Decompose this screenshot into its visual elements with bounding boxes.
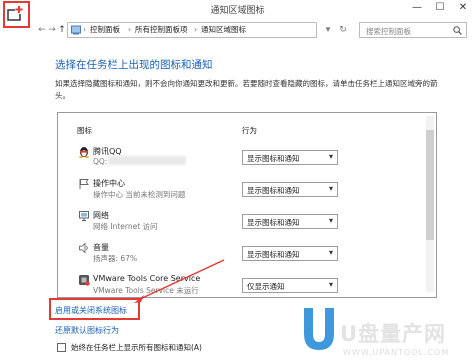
breadcrumb-all-items[interactable]: 所有控制面板项 (135, 23, 188, 37)
behavior-dropdown[interactable]: 显示图标和通知 ▾ (242, 150, 338, 165)
chevron-down-icon: ▾ (328, 216, 333, 225)
chevron-down-icon: ▾ (328, 184, 333, 193)
chevron-down-icon: ▾ (328, 248, 333, 257)
search-placeholder: 搜索控制面板 (366, 27, 411, 36)
qq-penguin-icon (79, 147, 89, 158)
breadcrumb-notification-icons[interactable]: 通知区域图标 (201, 23, 246, 37)
blurred-username (108, 156, 186, 165)
notification-icons-list: 图标 行为 腾讯QQ QQ: 显示图标和通知 ▾ 操作中心 操作中心 当前未检测… (57, 112, 437, 298)
watermark-text: U盘量产网 (340, 322, 447, 346)
breadcrumb-separator: › (194, 25, 197, 34)
breadcrumb-separator: › (83, 25, 86, 34)
window-title: 通知区域图标 (210, 6, 265, 16)
flag-icon (79, 179, 89, 189)
close-button[interactable]: ✕ (451, 1, 475, 15)
item-description: QQ: (93, 157, 108, 166)
item-name: 音量 (93, 243, 109, 252)
maximize-button[interactable]: ☐ (428, 1, 452, 15)
annotation-arrow (134, 259, 225, 303)
behavior-dropdown[interactable]: 显示图标和通知 ▾ (242, 182, 338, 197)
scrollbar-thumb[interactable] (426, 130, 434, 240)
behavior-value: 显示图标和通知 (247, 186, 300, 195)
navigation-bar: ← → ↑ › 控制面板 › 所有控制面板项 › 通知区域图标 ▾ ↻ 搜索控制… (0, 20, 475, 42)
item-name: 网络 (93, 211, 109, 220)
speaker-icon (79, 242, 88, 254)
minimize-button[interactable]: — (405, 1, 429, 15)
list-item: 网络 网络 Internet 访问 显示图标和通知 ▾ (58, 207, 426, 237)
behavior-dropdown[interactable]: 显示图标和通知 ▾ (242, 246, 338, 261)
list-item: 操作中心 操作中心 当前未检测到问题 显示图标和通知 ▾ (58, 175, 426, 205)
restore-defaults-link[interactable]: 还原默认图标行为 (55, 325, 119, 336)
page-description: 如果选择隐藏图标和通知，则不会向你通知更改和更新。若要随时查看隐藏的图标，请单击… (55, 79, 438, 100)
checkbox-label: 始终在任务栏上显示所有图标和通知(A) (71, 343, 202, 352)
search-input[interactable]: 搜索控制面板 (359, 22, 467, 38)
vmware-icon (79, 275, 90, 286)
address-dropdown-button[interactable]: ▾ (322, 23, 334, 37)
column-header-icon: 图标 (77, 126, 92, 135)
behavior-dropdown[interactable]: 仅显示通知 ▾ (242, 278, 338, 293)
watermark-logo-icon (304, 308, 334, 350)
breadcrumb-control-panel[interactable]: 控制面板 (90, 23, 120, 37)
column-header-behavior: 行为 (242, 126, 257, 135)
refresh-button[interactable]: ↻ (337, 23, 349, 37)
behavior-value: 显示图标和通知 (247, 154, 300, 163)
address-bar[interactable]: › 控制面板 › 所有控制面板项 › 通知区域图标 (67, 22, 317, 38)
behavior-dropdown[interactable]: 显示图标和通知 ▾ (242, 214, 338, 229)
chevron-down-icon: ▾ (328, 152, 333, 161)
item-description: 操作中心 当前未检测到问题 (93, 190, 186, 199)
network-icon (79, 211, 89, 221)
list-item: VMware Tools Core Service VMware Tools S… (58, 271, 426, 297)
behavior-value: 显示图标和通知 (247, 250, 300, 259)
behavior-value: 仅显示通知 (247, 282, 285, 291)
list-item: 腾讯QQ QQ: 显示图标和通知 ▾ (58, 143, 426, 173)
toggle-system-icons-link[interactable]: 启用或关闭系统图标 (55, 305, 127, 316)
page-heading: 选择在任务栏上出现的图标和通知 (55, 59, 213, 71)
chevron-down-icon: ▾ (328, 280, 333, 289)
title-bar: 通知区域图标 — ☐ ✕ (0, 0, 475, 28)
item-name: 操作中心 (93, 179, 125, 188)
list-item: 音量 扬声器: 67% 显示图标和通知 ▾ (58, 239, 426, 269)
search-icon[interactable] (453, 26, 462, 35)
breadcrumb-separator: › (128, 25, 131, 34)
show-all-icons-checkbox[interactable] (57, 343, 66, 352)
watermark-url: WWW.UPANTOOL.COM (343, 348, 450, 357)
behavior-value: 显示图标和通知 (247, 218, 300, 227)
control-panel-icon (71, 25, 81, 35)
item-description: 网络 Internet 访问 (93, 222, 158, 231)
